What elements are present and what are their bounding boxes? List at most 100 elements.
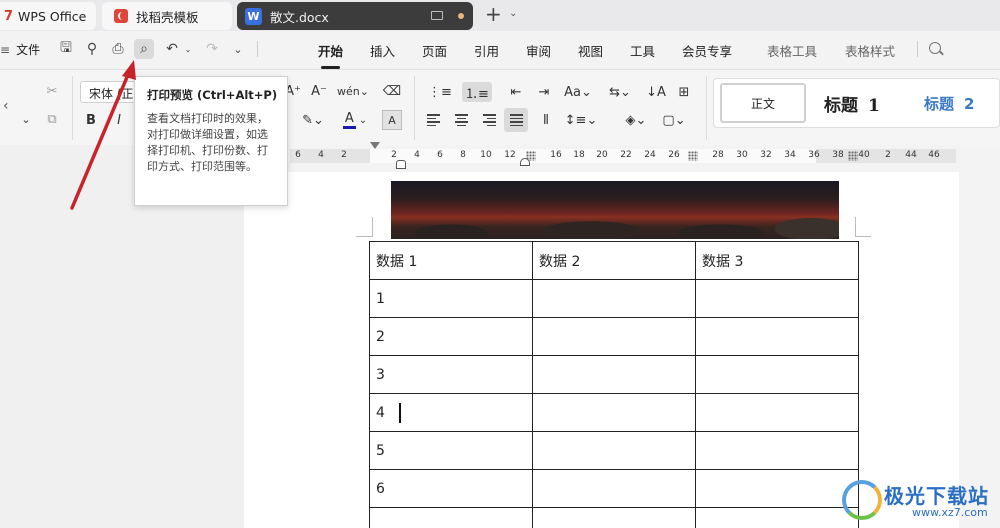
character-shading-icon[interactable]: A bbox=[382, 110, 402, 130]
ribbon-scroll-left-icon[interactable]: ‹ bbox=[3, 98, 9, 114]
sort-icon[interactable]: ↓A bbox=[646, 82, 666, 102]
table-cell[interactable] bbox=[695, 469, 859, 508]
tooltip-title: 打印预览 (Ctrl+Alt+P) bbox=[147, 88, 278, 102]
right-indent-marker[interactable] bbox=[520, 158, 530, 166]
highlight-icon[interactable]: ✎⌄ bbox=[300, 110, 326, 130]
tab-templates[interactable]: 找稻壳模板 bbox=[102, 2, 232, 30]
borders-icon[interactable]: ▢⌄ bbox=[660, 110, 688, 130]
word-doc-icon: W bbox=[245, 7, 262, 25]
change-case-icon[interactable]: Aa⌄ bbox=[564, 82, 592, 102]
table-cell[interactable] bbox=[532, 431, 696, 470]
distributed-align-icon[interactable]: ⫴ bbox=[536, 110, 556, 130]
print-icon[interactable]: ⎙ bbox=[108, 39, 128, 59]
print-preview-tooltip: 打印预览 (Ctrl+Alt+P) 查看文档打印时的效果，对打印做详细设置，如选… bbox=[134, 76, 288, 206]
paragraph-shading-icon[interactable]: ◈⌄ bbox=[622, 110, 650, 130]
paste-options-icon[interactable]: ⌄ bbox=[16, 110, 36, 128]
search-icon[interactable] bbox=[929, 42, 941, 54]
horizontal-ruler[interactable]: 6 4 2 2 4 6 8 10 12 16 18 20 22 24 26 28… bbox=[290, 149, 956, 163]
table-cell[interactable]: 2 bbox=[369, 317, 533, 356]
copy-icon[interactable]: ⧉ bbox=[44, 110, 60, 128]
table-cell[interactable]: 1 bbox=[369, 279, 533, 318]
window-mode-icon[interactable] bbox=[431, 11, 443, 20]
format-painter-icon[interactable]: ⚲ bbox=[82, 39, 102, 59]
table-header-cell[interactable]: 数据 3 bbox=[695, 241, 859, 280]
tab-table-tools[interactable]: 表格工具 bbox=[767, 41, 817, 60]
cut-icon[interactable]: ✂ bbox=[44, 82, 60, 100]
table-cell[interactable] bbox=[695, 355, 859, 394]
style-normal[interactable]: 正文 bbox=[720, 83, 806, 123]
table-cell[interactable] bbox=[532, 355, 696, 394]
site-watermark: 极光下载站 www.xz7.com bbox=[840, 476, 1000, 528]
column-grip-icon[interactable] bbox=[688, 151, 698, 161]
table-cell[interactable] bbox=[532, 507, 696, 528]
table-cell[interactable] bbox=[532, 469, 696, 508]
justify-button[interactable] bbox=[504, 108, 528, 132]
tab-tools[interactable]: 工具 bbox=[630, 41, 655, 60]
first-line-indent-marker[interactable] bbox=[370, 142, 380, 149]
data-table[interactable]: 数据 1 数据 2 数据 3 1 2 3 4 5 6 bbox=[369, 241, 859, 528]
bullet-list-icon[interactable]: ⋮≡ bbox=[426, 82, 454, 102]
table-cell[interactable]: 3 bbox=[369, 355, 533, 394]
tab-view[interactable]: 视图 bbox=[578, 41, 603, 60]
increase-indent-icon[interactable]: ⇥ bbox=[534, 82, 554, 102]
align-left-icon[interactable] bbox=[424, 110, 442, 130]
tab-table-style[interactable]: 表格样式 bbox=[845, 41, 895, 60]
file-menu[interactable]: ≡ 文件 bbox=[0, 41, 40, 58]
table-header-row: 数据 1 数据 2 数据 3 bbox=[369, 241, 859, 280]
table-cell[interactable] bbox=[695, 317, 859, 356]
table-cell-active[interactable]: 4 bbox=[369, 393, 533, 432]
table-cell[interactable] bbox=[695, 431, 859, 470]
tab-references[interactable]: 引用 bbox=[474, 41, 499, 60]
print-preview-button[interactable]: ⌕ bbox=[134, 39, 154, 59]
numbered-list-icon[interactable]: ⒈≡ bbox=[462, 82, 492, 102]
style-heading-2[interactable]: 标题 2 bbox=[924, 93, 974, 114]
tab-review[interactable]: 审阅 bbox=[526, 41, 551, 60]
line-spacing-icon[interactable]: ↕≡⌄ bbox=[565, 110, 598, 130]
table-header-cell[interactable]: 数据 2 bbox=[532, 241, 696, 280]
style-heading-2-label: 标题 bbox=[924, 95, 955, 113]
tab-insert[interactable]: 插入 bbox=[370, 41, 395, 60]
align-center-icon[interactable] bbox=[452, 110, 470, 130]
table-cell[interactable]: 5 bbox=[369, 431, 533, 470]
tab-home[interactable]: 开始 bbox=[318, 41, 343, 69]
ruler-number: 16 bbox=[550, 150, 562, 160]
new-tab-button[interactable]: + bbox=[485, 4, 502, 24]
style-heading-1[interactable]: 标题 1 bbox=[824, 91, 880, 116]
document-image[interactable] bbox=[391, 181, 839, 239]
align-right-icon[interactable] bbox=[480, 110, 498, 130]
styles-gallery: 正文 标题 1 标题 2 bbox=[713, 78, 1000, 128]
table-cell[interactable] bbox=[532, 393, 696, 432]
column-grip-icon[interactable] bbox=[848, 151, 858, 161]
table-cell[interactable]: 6 bbox=[369, 469, 533, 508]
margin-corner-mark bbox=[372, 217, 373, 237]
table-cell[interactable] bbox=[369, 507, 533, 528]
chevron-down-icon[interactable]: ⌄ bbox=[509, 8, 517, 19]
table-cell[interactable] bbox=[695, 393, 859, 432]
tab-wps-office[interactable]: 7 WPS Office bbox=[0, 2, 96, 30]
decrease-indent-icon[interactable]: ⇤ bbox=[506, 82, 526, 102]
font-color-icon: A bbox=[342, 111, 356, 129]
font-name-select[interactable]: 宋体 (正 bbox=[80, 81, 136, 103]
tab-page[interactable]: 页面 bbox=[422, 41, 447, 60]
left-indent-marker[interactable] bbox=[396, 160, 406, 169]
table-header-cell[interactable]: 数据 1 bbox=[369, 241, 533, 280]
pinyin-guide-icon[interactable]: wén⌄ bbox=[337, 82, 369, 100]
tab-document[interactable]: W 散文.docx bbox=[237, 2, 473, 30]
bold-button[interactable]: B bbox=[82, 110, 100, 130]
clear-format-icon[interactable]: ⌫ bbox=[382, 82, 402, 100]
undo-dropdown-icon[interactable]: ⌄ bbox=[178, 39, 198, 59]
save-icon[interactable]: 🖫 bbox=[56, 39, 76, 59]
table-cell[interactable] bbox=[695, 507, 859, 528]
table-cell[interactable] bbox=[532, 317, 696, 356]
tab-member[interactable]: 会员专享 bbox=[682, 41, 732, 60]
show-marks-icon[interactable]: ⊞ bbox=[674, 82, 694, 102]
table-cell[interactable] bbox=[532, 279, 696, 318]
font-size-decrease-icon[interactable]: A⁻ bbox=[311, 82, 327, 100]
font-color-button[interactable]: A ⌄ bbox=[340, 110, 370, 130]
more-quick-actions-icon[interactable]: ⌄ bbox=[228, 39, 248, 59]
text-direction-icon[interactable]: ⇆⌄ bbox=[606, 82, 634, 102]
redo-icon[interactable]: ↷ bbox=[202, 39, 222, 59]
table-row: 1 bbox=[369, 279, 859, 318]
table-cell[interactable] bbox=[695, 279, 859, 318]
italic-button[interactable]: I bbox=[110, 110, 128, 130]
